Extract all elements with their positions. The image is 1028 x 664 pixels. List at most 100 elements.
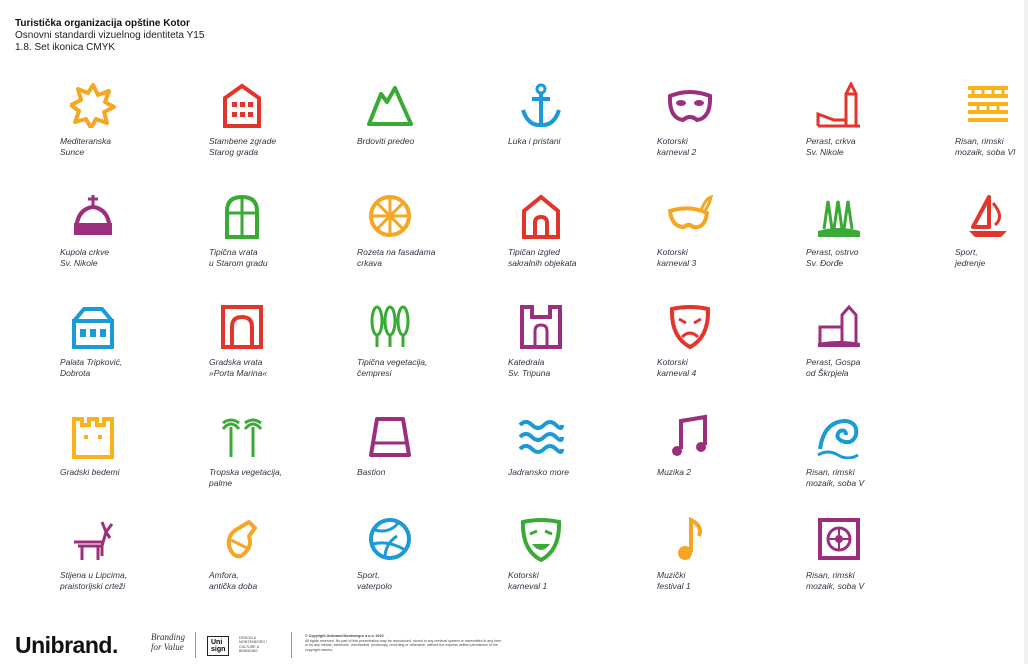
icon-card: Bastion (357, 413, 497, 478)
music-note-icon (667, 516, 713, 562)
icon-label: Risan, rimski mozaik, soba V (806, 570, 865, 591)
icon-card: Muzički festival 1 (657, 516, 797, 592)
icon-card: Gradska vrata »Porta Marina« (209, 303, 349, 379)
amphora-icon (219, 516, 265, 562)
icon-card: Tropska vegetacija, palme (209, 413, 349, 489)
music-notes-icon (667, 413, 713, 459)
icon-label: Sport, vaterpolo (357, 570, 392, 591)
icon-card: Gradski bedemi (60, 413, 200, 478)
icon-label: Tipična vrata u Starom gradu (209, 247, 268, 268)
icon-label: Amfora, antička doba (209, 570, 258, 591)
icon-card: Kotorski karneval 1 (508, 516, 648, 592)
icon-label: Perast, crkva Sv. Nikole (806, 136, 856, 157)
cathedral-icon (518, 303, 564, 349)
icon-card: Sport, jedrenje (955, 193, 1028, 269)
icon-label: Sport, jedrenje (955, 247, 986, 268)
feather-mask-icon (667, 193, 713, 239)
icon-label: Kupola crkve Sv. Nikole (60, 247, 110, 268)
icon-label: Stijena u Lipcima, praistorijski crteži (60, 570, 128, 591)
divider (291, 632, 292, 658)
icon-label: Muzika 2 (657, 467, 692, 477)
carnival-mask-icon (667, 82, 713, 128)
water-polo-ball-icon (367, 516, 413, 562)
sun-icon (70, 82, 116, 128)
icon-label: Jadransko more (508, 467, 569, 477)
icon-label: Brdoviti predeo (357, 136, 415, 146)
mountains-icon (367, 82, 413, 128)
copyright-notice: © Copyright Unibrand Montenegro d.o.o. 2… (305, 634, 384, 638)
icon-card: Perast, ostrvo Sv. Đorđe (806, 193, 946, 269)
tagline-line-2: for Value (151, 642, 184, 652)
icon-card: Jadransko more (508, 413, 648, 478)
document-subtitle: Osnovni standardi vizuelnog identiteta Y… (15, 30, 205, 41)
icon-card: Stijena u Lipcima, praistorijski crteži (60, 516, 200, 592)
legal-notice: All rights reserved. No part of this pre… (305, 639, 502, 652)
icon-card: Kotorski karneval 2 (657, 82, 797, 158)
comedy-mask-icon (518, 516, 564, 562)
unisign-line-2: sign (211, 646, 226, 653)
icon-label: Rozeta na fasadama crkava (357, 247, 436, 268)
brand-tagline: Branding for Value (151, 632, 185, 652)
unisign-description: DESIGN & MONTENEGRO / CULTURE & BRANDING (239, 636, 268, 654)
icon-label: Kotorski karneval 4 (657, 357, 697, 378)
icon-label: Kotorski karneval 3 (657, 247, 697, 268)
icon-label: Mediteranska Sunce (60, 136, 112, 157)
icon-label: Risan, rimski mozaik, soba V (806, 467, 865, 488)
bastion-icon (367, 413, 413, 459)
section-title: 1.8. Set ikonica CMYK (15, 42, 116, 53)
icon-label: Palata Tripković, Dobrota (60, 357, 123, 378)
church-dome-icon (70, 193, 116, 239)
palace-icon (70, 303, 116, 349)
icon-card: Risan, rimski mozaik, soba VI (955, 82, 1028, 158)
tagline-line-1: Branding (151, 632, 186, 642)
anchor-icon (518, 82, 564, 128)
island-church-icon (816, 303, 862, 349)
icon-label: Bastion (357, 467, 386, 477)
icon-card: Luka i pristani (508, 82, 648, 147)
icon-label: Perast, Gospa od Škrpjela (806, 357, 861, 378)
city-gate-icon (219, 303, 265, 349)
icon-label: Katedrala Sv. Tripuna (508, 357, 551, 378)
sailboat-icon (965, 193, 1011, 239)
icon-card: Kupola crkve Sv. Nikole (60, 193, 200, 269)
icon-card: Risan, rimski mozaik, soba V (806, 516, 946, 592)
icon-label: Kotorski karneval 1 (508, 570, 548, 591)
icon-card: Risan, rimski mozaik, soba V (806, 413, 946, 489)
icon-label: Gradska vrata »Porta Marina« (209, 357, 268, 378)
mosaic-pattern-icon (965, 82, 1011, 128)
icon-label: Luka i pristani (508, 136, 561, 146)
rosette-icon (367, 193, 413, 239)
icon-card: Tipična vegetacija, čempresi (357, 303, 497, 379)
unibrand-logo: Unibrand. (15, 632, 118, 658)
deer-icon (70, 516, 116, 562)
icon-card: Kotorski karneval 3 (657, 193, 797, 269)
icon-card: Sport, vaterpolo (357, 516, 497, 592)
unisign-line-1: Uni (211, 639, 223, 646)
icon-label: Perast, ostrvo Sv. Đorđe (806, 247, 859, 268)
icon-card: Tipična vrata u Starom gradu (209, 193, 349, 269)
waves-icon (518, 413, 564, 459)
church-tower-icon (816, 82, 862, 128)
tragedy-mask-icon (667, 303, 713, 349)
icon-label: Tropska vegetacija, palme (209, 467, 283, 488)
icon-label: Kotorski karneval 2 (657, 136, 697, 157)
chapel-icon (518, 193, 564, 239)
icon-card: Muzika 2 (657, 413, 797, 478)
icon-card: Amfora, antička doba (209, 516, 349, 592)
icon-card: Katedrala Sv. Tripuna (508, 303, 648, 379)
old-town-building-icon (219, 82, 265, 128)
mosaic-tile-icon (816, 516, 862, 562)
icon-card: Perast, crkva Sv. Nikole (806, 82, 946, 158)
palm-trees-icon (219, 413, 265, 459)
document-page: Turistička organizacija opštine Kotor Os… (0, 0, 1024, 664)
icon-card: Perast, Gospa od Škrpjela (806, 303, 946, 379)
door-icon (219, 193, 265, 239)
divider (195, 632, 196, 658)
city-wall-icon (70, 413, 116, 459)
unisign-logo: Uni sign (207, 636, 230, 656)
icon-label: Muzički festival 1 (657, 570, 691, 591)
island-trees-icon (816, 193, 862, 239)
icon-card: Kotorski karneval 4 (657, 303, 797, 379)
icon-card: Mediteranska Sunce (60, 82, 200, 158)
icon-label: Tipična vegetacija, čempresi (357, 357, 428, 378)
